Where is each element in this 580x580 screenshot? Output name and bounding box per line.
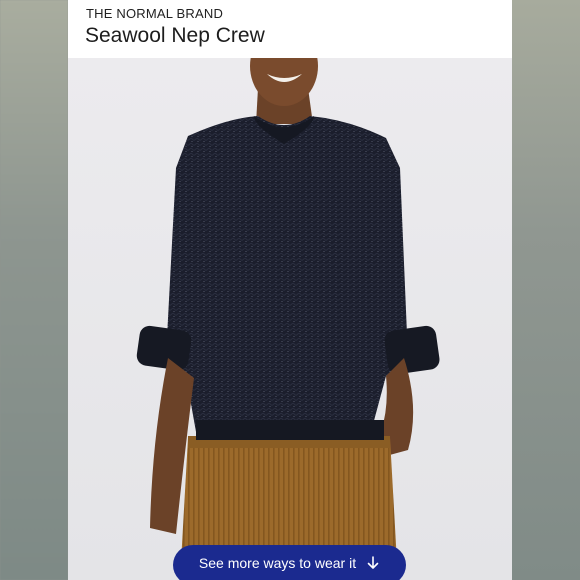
- product-header: THE NORMAL BRAND Seawool Nep Crew: [68, 0, 512, 58]
- model-illustration: [136, 26, 440, 580]
- product-photo: [68, 26, 512, 580]
- brand-name: THE NORMAL BRAND: [86, 6, 224, 21]
- product-card: THE NORMAL BRAND Seawool Nep Crew See mo…: [68, 0, 512, 580]
- background-blur-left: [0, 0, 68, 580]
- background-blur-right: [512, 0, 580, 580]
- arrow-down-icon: [366, 556, 380, 570]
- cta-label: See more ways to wear it: [198, 555, 357, 571]
- product-title: Seawool Nep Crew: [85, 24, 265, 47]
- see-more-ways-button[interactable]: See more ways to wear it: [173, 545, 406, 580]
